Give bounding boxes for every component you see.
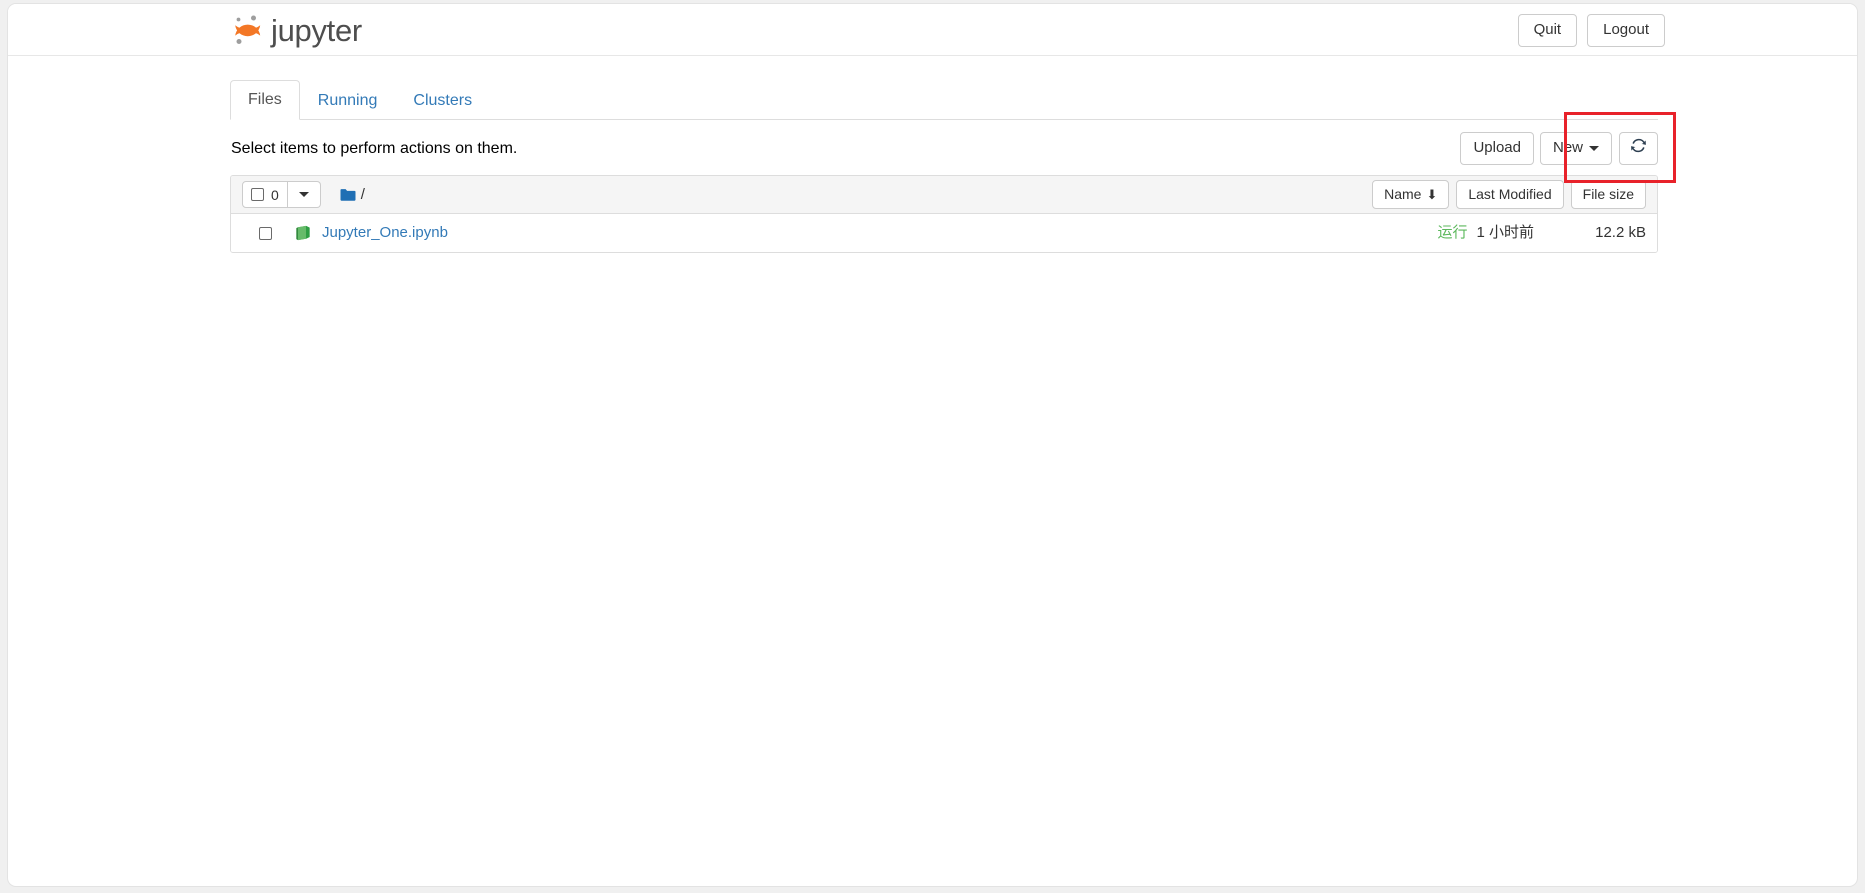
row-checkbox[interactable]	[259, 226, 272, 240]
select-all-checkbox-button[interactable]: 0	[242, 181, 288, 208]
file-actions-group: Upload New	[1460, 132, 1658, 166]
last-modified-value: 1 小时前	[1476, 224, 1534, 242]
tab-running[interactable]: Running	[300, 81, 396, 120]
file-list-toolbar: 0 / Name ⬇ Last Modified File size	[231, 176, 1657, 214]
app-header: jupyter Quit Logout	[8, 4, 1857, 56]
file-list-container: 0 / Name ⬇ Last Modified File size Jupyt…	[230, 175, 1658, 253]
breadcrumb: /	[340, 187, 365, 202]
file-size-value: 12.2 kB	[1595, 224, 1646, 242]
folder-icon	[340, 188, 356, 202]
chevron-down-icon	[1589, 145, 1599, 151]
select-all-group: 0	[242, 181, 321, 208]
refresh-button[interactable]	[1619, 132, 1658, 166]
status-badge[interactable]: 运行	[1437, 223, 1467, 243]
tab-bar: Files Running Clusters	[230, 80, 1658, 120]
jupyter-brand[interactable]: jupyter	[228, 8, 362, 52]
tab-files[interactable]: Files	[230, 80, 300, 120]
logout-button[interactable]: Logout	[1587, 14, 1665, 47]
new-button-label: New	[1552, 139, 1583, 156]
select-all-checkbox[interactable]	[251, 188, 264, 201]
tab-clusters[interactable]: Clusters	[395, 81, 490, 120]
sort-name-label: Name	[1384, 185, 1422, 202]
chevron-down-icon	[298, 192, 309, 197]
quit-button[interactable]: Quit	[1517, 14, 1578, 47]
selected-count: 0	[271, 186, 279, 203]
upload-button[interactable]: Upload	[1460, 132, 1534, 166]
sort-by-file-size-button[interactable]: File size	[1570, 179, 1646, 210]
toolbar-left: 0 /	[242, 181, 365, 208]
breadcrumb-root-path[interactable]: /	[361, 187, 365, 202]
file-name-link[interactable]: Jupyter_One.ipynb	[322, 223, 448, 243]
select-all-dropdown-button[interactable]	[287, 181, 321, 208]
action-row: Select items to perform actions on them.…	[230, 112, 1676, 183]
jupyter-logo-icon	[228, 11, 268, 49]
select-items-hint: Select items to perform actions on them.	[231, 140, 518, 157]
sort-controls: Name ⬇ Last Modified File size	[1372, 179, 1646, 210]
refresh-icon	[1631, 138, 1646, 159]
header-actions: Quit Logout	[1517, 14, 1665, 47]
sort-by-last-modified-button[interactable]: Last Modified	[1456, 179, 1564, 210]
sort-descending-arrow-icon: ⬇	[1426, 186, 1438, 202]
sort-by-name-button[interactable]: Name ⬇	[1372, 179, 1450, 210]
row-metadata: 运行 1 小时前 12.2 kB	[1437, 223, 1646, 243]
new-dropdown-button[interactable]: New	[1539, 132, 1612, 166]
notebook-icon	[272, 225, 312, 241]
table-row[interactable]: Jupyter_One.ipynb 运行 1 小时前 12.2 kB	[231, 214, 1657, 252]
brand-title: jupyter	[271, 12, 362, 48]
browser-page: jupyter Quit Logout Files Running Cluste…	[7, 3, 1858, 887]
main-content: Files Running Clusters Select items to p…	[230, 57, 1676, 253]
